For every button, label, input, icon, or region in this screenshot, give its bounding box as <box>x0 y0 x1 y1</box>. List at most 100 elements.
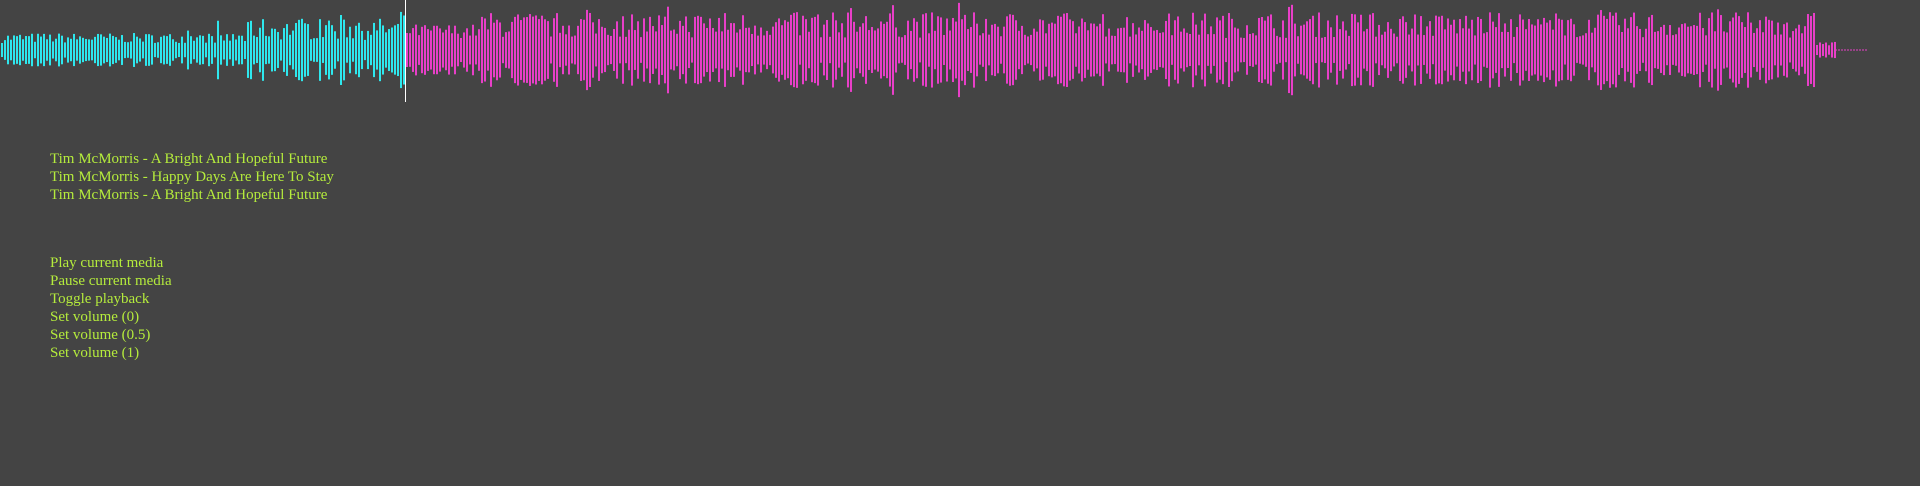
waveform-bar <box>238 35 240 65</box>
play-current-media-link[interactable]: Play current media <box>50 254 172 272</box>
waveform-bar <box>943 35 945 65</box>
waveform-bar <box>1531 24 1533 76</box>
waveform-bar <box>1801 33 1803 67</box>
waveform-bar <box>829 36 831 64</box>
waveform-bar <box>1033 28 1035 72</box>
waveform-bar <box>1045 33 1047 67</box>
playlist-item[interactable]: Tim McMorris - Happy Days Are Here To St… <box>50 168 334 186</box>
waveform-bar <box>892 5 894 95</box>
waveform-bar <box>643 18 645 82</box>
waveform-bar <box>58 33 60 67</box>
waveform-bar <box>1132 23 1134 77</box>
waveform-bar <box>967 29 969 71</box>
waveform-bar <box>1012 14 1014 86</box>
waveform-bar <box>1645 28 1647 72</box>
waveform-bar <box>532 16 534 84</box>
waveform-bar <box>1588 19 1590 81</box>
waveform-bar <box>1345 30 1347 70</box>
waveform-bar <box>478 29 480 71</box>
playlist-item[interactable]: Tim McMorris - A Bright And Hopeful Futu… <box>50 150 334 168</box>
waveform-bar <box>673 29 675 71</box>
waveform-bar <box>1207 34 1209 66</box>
waveform-bar <box>1330 27 1332 73</box>
waveform-bar <box>1405 22 1407 78</box>
waveform-bar <box>1477 16 1479 84</box>
waveform-bar <box>952 17 954 83</box>
waveform-bar <box>880 21 882 79</box>
waveform-bar <box>1375 36 1377 64</box>
waveform-bar <box>1582 35 1584 65</box>
waveform-bar <box>1750 22 1752 78</box>
waveform-bar <box>400 11 402 89</box>
waveform-bar <box>127 42 129 58</box>
waveform-bar <box>664 16 666 84</box>
waveform-bar <box>886 21 888 79</box>
waveform-bar <box>1324 36 1326 64</box>
waveform-bar <box>1723 31 1725 69</box>
waveform-bar <box>556 13 558 87</box>
waveform-bar <box>364 39 366 61</box>
waveform-bar <box>355 25 357 75</box>
waveform-bar <box>241 35 243 65</box>
waveform-bar <box>1009 14 1011 86</box>
waveform-bar <box>1078 26 1080 74</box>
waveform-bar <box>940 17 942 83</box>
waveform-bar <box>721 31 723 69</box>
waveform-bar <box>676 33 678 67</box>
waveform-bar <box>1312 15 1314 85</box>
waveform-bar <box>847 12 849 88</box>
waveform-bar <box>277 32 279 68</box>
waveform-bar <box>232 34 234 66</box>
waveform-bar <box>1120 27 1122 73</box>
waveform-bar <box>1129 36 1131 64</box>
waveform-bar <box>70 38 72 62</box>
waveform-bar <box>994 23 996 77</box>
waveform-bar <box>1714 31 1716 69</box>
waveform-bar <box>1126 17 1128 83</box>
waveform-bar <box>298 19 300 81</box>
waveform-bar <box>1138 27 1140 73</box>
waveform-bar <box>226 34 228 66</box>
waveform-bar <box>832 12 834 88</box>
playlist-item[interactable]: Tim McMorris - A Bright And Hopeful Futu… <box>50 186 334 204</box>
waveform-bar <box>568 25 570 75</box>
waveform-bar <box>1381 34 1383 66</box>
waveform-bar <box>55 38 57 62</box>
waveform-bar <box>1546 22 1548 78</box>
waveform-bar <box>73 33 75 67</box>
set-volume-half-link[interactable]: Set volume (0.5) <box>50 326 172 344</box>
waveform-bar <box>343 19 345 81</box>
toggle-playback-link[interactable]: Toggle playback <box>50 290 172 308</box>
waveform-bar <box>1099 23 1101 77</box>
waveform-bar <box>802 15 804 85</box>
waveform-bar <box>757 35 759 65</box>
set-volume-0-link[interactable]: Set volume (0) <box>50 308 172 326</box>
waveform-bar <box>1684 23 1686 77</box>
waveform-bar <box>799 35 801 65</box>
waveform-bar <box>1096 26 1098 74</box>
waveform-bar <box>1162 32 1164 68</box>
set-volume-1-link[interactable]: Set volume (1) <box>50 344 172 362</box>
waveform-bar <box>1084 22 1086 78</box>
waveform-bar <box>706 27 708 73</box>
waveform-bar <box>865 16 867 84</box>
waveform-bar <box>655 31 657 69</box>
waveform-bar <box>217 20 219 80</box>
waveform-bar <box>154 42 156 58</box>
waveform-bar <box>1258 17 1260 83</box>
waveform-bar <box>1261 17 1263 83</box>
waveform-bar <box>1831 42 1833 58</box>
waveform-bar <box>1444 29 1446 71</box>
waveform-bar <box>1036 31 1038 69</box>
waveform-bar <box>415 24 417 76</box>
waveform-bar <box>1327 20 1329 80</box>
waveform-bar <box>1693 25 1695 75</box>
waveform-bar <box>1747 12 1749 88</box>
waveform-bar <box>1537 19 1539 81</box>
waveform-bar <box>472 24 474 76</box>
waveform-bar <box>139 38 141 62</box>
audio-waveform[interactable] <box>0 0 1920 105</box>
waveform-bar <box>1237 28 1239 72</box>
pause-current-media-link[interactable]: Pause current media <box>50 272 172 290</box>
waveform-bar <box>1336 15 1338 85</box>
